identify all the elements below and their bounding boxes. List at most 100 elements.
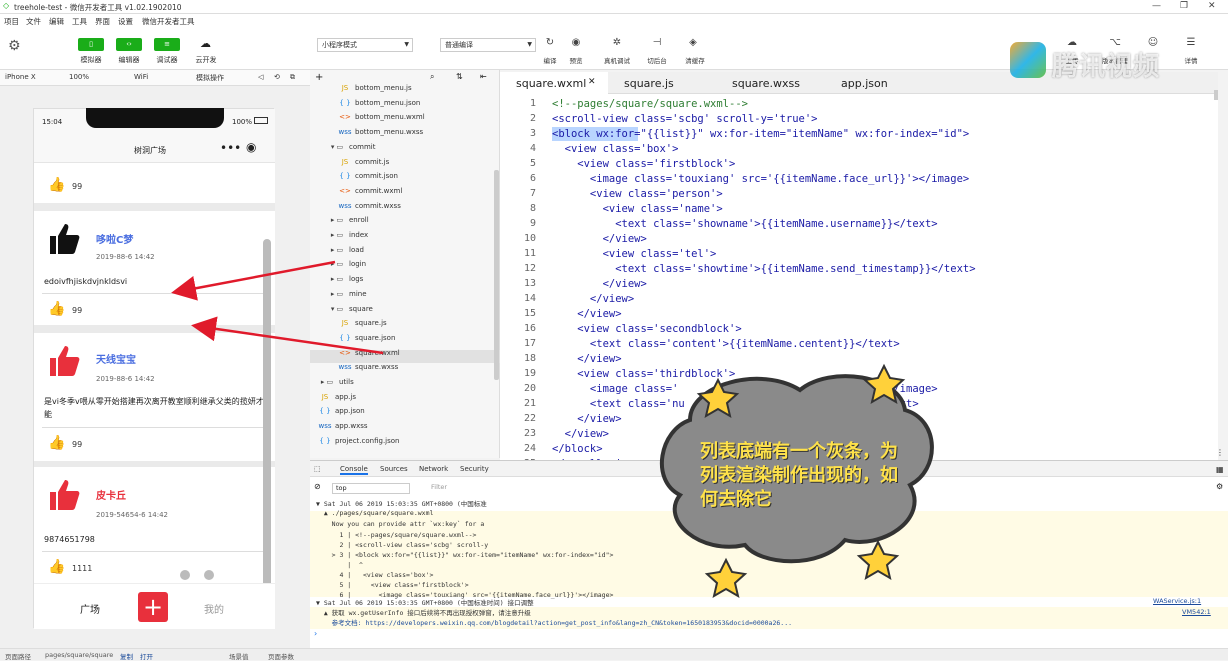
tab-console[interactable]: Console — [340, 465, 368, 475]
source-link[interactable]: VM542:1 — [1182, 608, 1211, 616]
chevron-down-icon: ▼ — [527, 41, 532, 48]
source-link[interactable]: WAService.js:1 — [1153, 597, 1201, 605]
menu-wechat-devtools[interactable]: 微信开发者工具 — [142, 16, 195, 27]
file-tree-item[interactable]: wss app.wxss — [318, 422, 367, 430]
file-tree-item[interactable]: { } app.json — [318, 407, 364, 415]
file-tree-item[interactable]: ▸ ▭ load — [328, 246, 364, 254]
side-toolbar-icon[interactable]: ⋮ — [1216, 448, 1224, 457]
close-icon[interactable]: ✕ — [1208, 1, 1216, 11]
capsule-close-icon[interactable]: ◉ — [246, 140, 256, 154]
file-tree-item[interactable]: ▸ ▭ utils — [318, 378, 354, 386]
code-line: </view> — [552, 353, 622, 365]
post-feed[interactable]: 👍 99 哆啦C梦 2019-88-6 14:42 edoivfhjiskdvj… — [34, 163, 275, 583]
sort-icon[interactable]: ⇅ — [456, 72, 463, 81]
file-tree-item[interactable]: wss bottom_menu.wxss — [338, 128, 423, 136]
file-tree-item[interactable]: { } square.json — [338, 334, 395, 342]
tab-mine[interactable]: 我的 — [204, 601, 224, 616]
tab-network[interactable]: Network — [419, 465, 448, 473]
file-tree-item[interactable]: ▸ ▭ index — [328, 231, 368, 239]
debugger-toggle-icon[interactable]: ≡ — [154, 38, 180, 51]
file-tree-item[interactable]: wss commit.wxss — [338, 202, 400, 210]
filter-input[interactable]: Filter — [428, 483, 506, 494]
background-icon[interactable]: ⊣ — [647, 37, 667, 48]
context-select[interactable]: top — [332, 483, 410, 494]
file-tree-item[interactable]: <> square.wxml — [338, 349, 400, 357]
tab-square-js[interactable]: square.js — [624, 77, 674, 90]
console-prompt-icon[interactable]: › — [314, 629, 317, 638]
file-tree-item[interactable]: { } project.config.json — [318, 437, 399, 445]
side-toolbar-icon[interactable]: ▦ — [1216, 465, 1224, 474]
mode-select[interactable]: 小程序模式 ▼ — [317, 38, 413, 52]
file-tree-item[interactable]: <> commit.wxml — [338, 187, 402, 195]
file-tree-item[interactable]: ▸ ▭ logs — [328, 275, 364, 283]
file-tree-item[interactable]: ▸ ▭ login — [328, 260, 366, 268]
file-tree-item[interactable]: JS square.js — [338, 319, 387, 327]
refresh-icon[interactable]: ↻ — [540, 37, 560, 48]
bug-icon[interactable]: ✲ — [607, 37, 627, 48]
menu-project[interactable]: 项目 — [4, 16, 19, 27]
search-icon[interactable]: ⌕ — [430, 72, 434, 82]
menu-file[interactable]: 文件 — [26, 16, 41, 27]
zoom-select[interactable]: 100% — [69, 73, 89, 81]
file-tree-item[interactable]: JS commit.js — [338, 158, 390, 166]
cloud-icon[interactable]: ☁ — [200, 37, 211, 50]
file-tree-item[interactable]: wss square.wxss — [338, 363, 398, 371]
file-tree-item[interactable]: ▸ ▭ mine — [328, 290, 367, 298]
plus-icon[interactable]: + — [138, 592, 168, 622]
collapse-icon[interactable]: ⇤ — [480, 72, 487, 81]
volume-icon[interactable]: ◁ — [258, 73, 263, 81]
tab-square-wxml[interactable]: square.wxml — [516, 77, 586, 90]
file-tree-item[interactable]: ▾ ▭ square — [328, 305, 373, 313]
scrollbar[interactable] — [494, 170, 499, 380]
eye-icon[interactable]: ◉ — [566, 37, 586, 48]
close-icon[interactable]: ✕ — [588, 77, 596, 87]
tab-app-json[interactable]: app.json — [841, 77, 888, 90]
inspect-icon[interactable]: ⬚ — [314, 465, 321, 473]
thumb-up-icon[interactable]: 👍 — [48, 435, 65, 451]
maximize-icon[interactable]: ❐ — [1180, 1, 1188, 11]
file-tree-item[interactable]: JS app.js — [318, 393, 356, 401]
thumb-up-icon[interactable]: 👍 — [48, 301, 65, 317]
clear-console-icon[interactable]: ⊘ — [314, 482, 321, 491]
minimize-icon[interactable]: — — [1152, 1, 1161, 11]
post-username[interactable]: 皮卡丘 — [96, 487, 126, 502]
file-name: enroll — [349, 216, 369, 225]
thumb-up-icon[interactable]: 👍 — [48, 559, 65, 575]
popout-icon[interactable]: ⧉ — [290, 73, 295, 82]
console-line: ▲ ./pages/square/square.wxml — [316, 509, 434, 517]
layers-icon[interactable]: ◈ — [683, 37, 703, 48]
line-number: 11 — [523, 248, 536, 259]
rotate-icon[interactable]: ⟲ — [274, 73, 280, 81]
simulator-toggle-icon[interactable]: ▯ — [78, 38, 104, 51]
file-tree-item[interactable]: <> bottom_menu.wxml — [338, 113, 425, 121]
file-tree-item[interactable]: ▸ ▭ enroll — [328, 216, 369, 224]
line-number: 14 — [523, 293, 536, 304]
tab-security[interactable]: Security — [460, 465, 489, 473]
details-icon[interactable]: ☰ — [1181, 37, 1201, 48]
menu-edit[interactable]: 编辑 — [49, 16, 64, 27]
file-tree-item[interactable]: ▾ ▭ commit — [328, 143, 376, 151]
menu-settings[interactable]: 设置 — [118, 16, 133, 27]
gear-icon[interactable]: ⚙ — [1216, 482, 1223, 491]
menu-view[interactable]: 界面 — [95, 16, 110, 27]
thumb-up-icon[interactable]: 👍 — [48, 177, 65, 193]
file-tree-item[interactable]: { } bottom_menu.json — [338, 99, 420, 107]
device-select[interactable]: iPhone X — [5, 73, 36, 81]
file-tree-item[interactable]: { } commit.json — [338, 172, 398, 180]
scrollbar[interactable] — [263, 239, 271, 583]
editor-toggle-icon[interactable]: ‹› — [116, 38, 142, 51]
file-icon: <> — [339, 348, 351, 357]
post-username[interactable]: 天线宝宝 — [96, 351, 136, 366]
menu-tools[interactable]: 工具 — [72, 16, 87, 27]
more-icon[interactable]: ••• — [220, 141, 241, 155]
tab-square[interactable]: 广场 — [80, 601, 100, 616]
compile-select[interactable]: 普通编译 ▼ — [440, 38, 536, 52]
network-select[interactable]: WiFi — [134, 73, 148, 81]
operation-select[interactable]: 模拟操作 — [196, 73, 224, 83]
file-tree-item[interactable]: JS bottom_menu.js — [338, 84, 412, 92]
post-username[interactable]: 哆啦C梦 — [96, 231, 133, 246]
tab-sources[interactable]: Sources — [380, 465, 408, 473]
tab-square-wxss[interactable]: square.wxss — [732, 77, 800, 90]
add-icon[interactable]: + — [315, 72, 323, 83]
avatar[interactable]: ⚙ — [8, 38, 26, 58]
